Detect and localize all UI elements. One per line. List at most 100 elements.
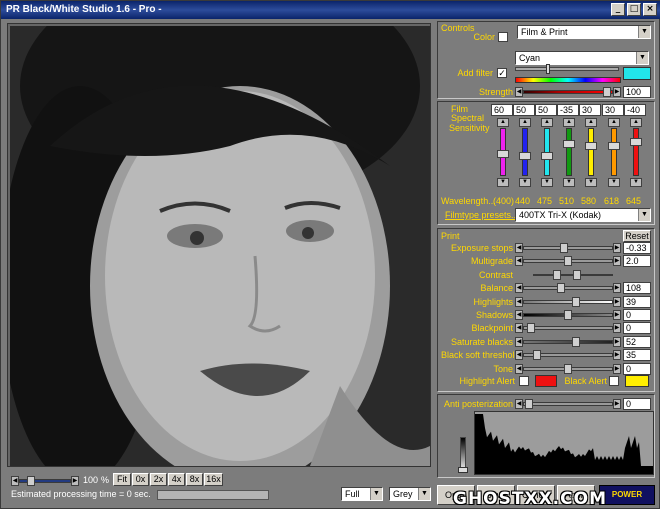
close-button[interactable]: × [643, 3, 657, 16]
zoom-fit-button[interactable]: Fit [113, 473, 131, 486]
print-value-3[interactable]: 108 [623, 282, 651, 295]
filmtype-select[interactable]: 400TX Tri-X (Kodak) ▼ [515, 208, 651, 222]
print-left-arrow[interactable]: ◀ [515, 256, 523, 267]
anti-posterization-value[interactable]: 0 [623, 398, 651, 410]
highlight-alert-color[interactable] [535, 375, 557, 387]
filter-color-select[interactable]: Cyan ▼ [515, 51, 649, 65]
print-thumb[interactable] [572, 336, 580, 347]
spectral-knob[interactable] [608, 142, 620, 150]
print-slider-2[interactable] [531, 269, 615, 281]
filter-hue-slider[interactable] [515, 67, 619, 71]
print-right-arrow[interactable]: ▶ [613, 283, 621, 294]
contrast-thumb-low[interactable] [553, 269, 561, 280]
contrast-thumb-high[interactable] [573, 269, 581, 280]
view-mode-select[interactable]: Grey ▼ [389, 487, 431, 501]
spectral-up-arrow[interactable]: ▲ [630, 118, 642, 127]
add-filter-checkbox[interactable]: ✓ [497, 68, 507, 78]
print-thumb[interactable] [564, 256, 572, 267]
print-value-7[interactable]: 52 [623, 335, 651, 348]
spectral-down-arrow[interactable]: ▼ [630, 178, 642, 187]
spectral-value-0[interactable]: 60 [491, 104, 513, 116]
spectral-knob[interactable] [519, 152, 531, 160]
print-thumb[interactable] [560, 243, 568, 253]
spectral-down-arrow[interactable]: ▼ [608, 178, 620, 187]
zoom-2x-button[interactable]: 2x [150, 473, 167, 486]
print-value-0[interactable]: -0.33 [623, 242, 651, 254]
mode-select[interactable]: Film & Print ▼ [517, 25, 651, 39]
print-value-4[interactable]: 39 [623, 295, 651, 308]
print-thumb[interactable] [564, 363, 572, 374]
print-left-arrow[interactable]: ◀ [515, 283, 523, 294]
print-slider-8[interactable]: ◀ ▶ [515, 349, 621, 361]
spectral-slider-4[interactable]: ▲ ▼ [585, 118, 597, 190]
anti-posterization-left-arrow[interactable]: ◀ [515, 399, 523, 409]
highlight-alert-checkbox[interactable] [519, 376, 529, 386]
spectral-slider-6[interactable]: ▲ ▼ [630, 118, 642, 190]
spectral-knob[interactable] [585, 142, 597, 150]
strength-value[interactable]: 100 [623, 86, 651, 98]
print-left-arrow[interactable]: ◀ [515, 296, 523, 307]
print-right-arrow[interactable]: ▶ [613, 243, 621, 253]
filter-hue-thumb[interactable] [546, 64, 550, 74]
spectral-down-arrow[interactable]: ▼ [585, 178, 597, 187]
zoom-slider-thumb[interactable] [27, 476, 35, 486]
spectral-up-arrow[interactable]: ▲ [563, 118, 575, 127]
print-slider-5[interactable]: ◀ ▶ [515, 309, 621, 321]
minimize-button[interactable]: _ [611, 3, 625, 16]
print-left-arrow[interactable]: ◀ [515, 350, 523, 361]
print-right-arrow[interactable]: ▶ [613, 363, 621, 374]
print-left-arrow[interactable]: ◀ [515, 336, 523, 347]
anti-posterization-right-arrow[interactable]: ▶ [613, 399, 621, 409]
print-slider-6[interactable]: ◀ ▶ [515, 322, 621, 334]
print-thumb[interactable] [572, 296, 580, 307]
print-slider-4[interactable]: ◀ ▶ [515, 296, 621, 308]
zoom-slider-left-arrow[interactable]: ◀ [11, 476, 19, 486]
print-thumb[interactable] [533, 350, 541, 361]
spectral-slider-1[interactable]: ▲ ▼ [519, 118, 531, 190]
spectral-knob[interactable] [541, 152, 553, 160]
print-thumb[interactable] [527, 323, 535, 334]
print-value-9[interactable]: 0 [623, 362, 651, 375]
spectral-up-arrow[interactable]: ▲ [585, 118, 597, 127]
zoom-slider-right-arrow[interactable]: ▶ [71, 476, 79, 486]
spectral-knob[interactable] [497, 150, 509, 158]
black-alert-color[interactable] [625, 375, 649, 387]
spectral-slider-3[interactable]: ▲ ▼ [563, 118, 575, 190]
print-value-5[interactable]: 0 [623, 309, 651, 321]
spectral-slider-0[interactable]: ▲ ▼ [497, 118, 509, 190]
spectral-value-2[interactable]: 50 [535, 104, 557, 116]
image-preview[interactable] [10, 26, 430, 466]
spectral-knob[interactable] [630, 138, 642, 146]
spectral-up-arrow[interactable]: ▲ [497, 118, 509, 127]
zoom-0x-button[interactable]: 0x [132, 473, 149, 486]
zoom-slider[interactable]: ◀ ▶ [11, 475, 79, 487]
print-slider-9[interactable]: ◀ ▶ [515, 363, 621, 375]
print-slider-3[interactable]: ◀ ▶ [515, 282, 621, 294]
spectral-down-arrow[interactable]: ▼ [519, 178, 531, 187]
anti-posterization-thumb[interactable] [525, 399, 533, 409]
spectral-slider-2[interactable]: ▲ ▼ [541, 118, 553, 190]
print-left-arrow[interactable]: ◀ [515, 323, 523, 334]
spectral-up-arrow[interactable]: ▲ [541, 118, 553, 127]
print-slider-7[interactable]: ◀ ▶ [515, 336, 621, 348]
spectral-up-arrow[interactable]: ▲ [608, 118, 620, 127]
maximize-button[interactable]: □ [627, 3, 641, 16]
print-slider-1[interactable]: ◀ ▶ [515, 255, 621, 267]
zoom-4x-button[interactable]: 4x [168, 473, 185, 486]
print-value-8[interactable]: 35 [623, 349, 651, 362]
strength-left-arrow[interactable]: ◀ [515, 87, 523, 97]
spectral-value-6[interactable]: -40 [624, 104, 646, 116]
print-right-arrow[interactable]: ▶ [613, 310, 621, 320]
reset-button[interactable]: Reset [623, 230, 651, 242]
spectral-slider-5[interactable]: ▲ ▼ [608, 118, 620, 190]
print-left-arrow[interactable]: ◀ [515, 310, 523, 320]
print-value-6[interactable]: 0 [623, 322, 651, 335]
print-right-arrow[interactable]: ▶ [613, 323, 621, 334]
strength-thumb[interactable] [603, 87, 611, 97]
print-left-arrow[interactable]: ◀ [515, 363, 523, 374]
histogram-level-handle[interactable] [458, 467, 468, 473]
zoom-16x-button[interactable]: 16x [204, 473, 223, 486]
view-size-select[interactable]: Full ▼ [341, 487, 383, 501]
spectral-knob[interactable] [563, 140, 575, 148]
print-slider-0[interactable]: ◀ ▶ [515, 242, 621, 254]
